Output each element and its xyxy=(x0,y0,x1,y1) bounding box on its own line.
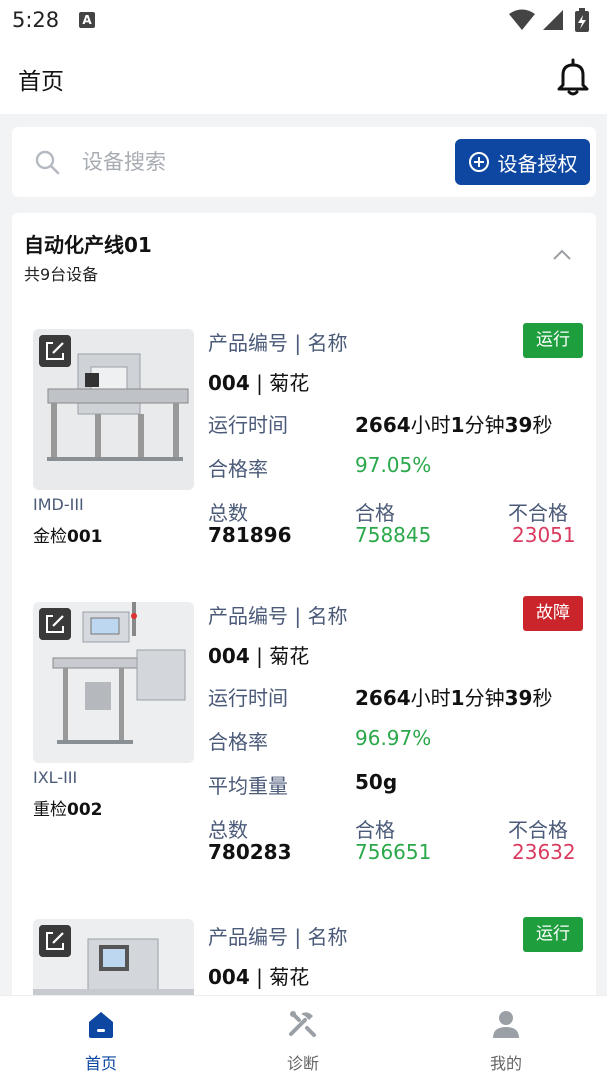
pass-rate-value: 97.05% xyxy=(355,453,432,477)
device-card[interactable]: 产品编号 | 名称 运行 004 | 菊花 xyxy=(12,917,596,1003)
nav-profile[interactable]: 我的 xyxy=(446,996,566,1080)
total-value: 781896 xyxy=(208,523,292,547)
device-card[interactable]: IXL-III 重检002 产品编号 | 名称 故障 004 | 菊花 运行时间… xyxy=(12,596,596,892)
fail-value: 23632 xyxy=(512,840,576,864)
pass-label: 合格 xyxy=(355,501,395,525)
fail-label: 不合格 xyxy=(508,501,568,525)
search-card: 设备授权 xyxy=(12,127,596,197)
chevron-up-icon[interactable] xyxy=(552,247,572,261)
avg-weight-value: 50g xyxy=(355,770,398,794)
product-label: 产品编号 | 名称 xyxy=(208,925,348,949)
bell-icon[interactable] xyxy=(556,58,590,96)
nav-diagnosis-label: 诊断 xyxy=(286,1054,319,1073)
runtime-label: 运行时间 xyxy=(208,413,288,437)
app-header: 首页 xyxy=(0,42,607,114)
edit-icon[interactable] xyxy=(39,925,71,957)
nav-home[interactable]: 首页 xyxy=(41,996,161,1080)
device-authorize-label: 设备授权 xyxy=(497,151,578,176)
device-image xyxy=(33,329,194,490)
line-title: 自动化产线01 xyxy=(24,233,152,257)
tools-icon xyxy=(289,1011,316,1037)
search-icon xyxy=(35,150,60,175)
fail-label: 不合格 xyxy=(508,818,568,842)
nav-diagnosis[interactable]: 诊断 xyxy=(243,996,363,1080)
product-label: 产品编号 | 名称 xyxy=(208,331,348,355)
device-name: 重检002 xyxy=(33,800,103,820)
status-badge: 运行 xyxy=(523,917,583,952)
pass-label: 合格 xyxy=(355,818,395,842)
pass-rate-value: 96.97% xyxy=(355,726,432,750)
status-badge: 故障 xyxy=(523,596,583,631)
signal-icon xyxy=(543,10,563,30)
bottom-navigation: 首页 诊断 我的 xyxy=(0,995,607,1080)
total-label: 总数 xyxy=(208,818,248,842)
pass-rate-label: 合格率 xyxy=(208,457,268,481)
add-circle-icon xyxy=(468,152,489,172)
runtime-value: 2664小时1分钟39秒 xyxy=(355,413,553,437)
nav-profile-label: 我的 xyxy=(489,1054,522,1073)
pass-value: 758845 xyxy=(355,523,432,547)
device-card[interactable]: IMD-III 金检001 产品编号 | 名称 运行 004 | 菊花 运行时间… xyxy=(12,323,596,579)
device-search-input[interactable] xyxy=(82,145,442,179)
device-authorize-button[interactable]: 设备授权 xyxy=(455,139,590,185)
status-time: 5:28 xyxy=(12,8,60,32)
wifi-icon xyxy=(509,9,535,30)
nav-home-label: 首页 xyxy=(84,1054,117,1073)
device-name: 金检001 xyxy=(33,527,103,547)
production-line-card: 自动化产线01 共9台设备 IMD-III 金检001 产品编号 | 名称 运行… xyxy=(12,213,596,1003)
status-badge: 运行 xyxy=(523,323,583,358)
product-label: 产品编号 | 名称 xyxy=(208,604,348,628)
device-image xyxy=(33,919,194,1003)
total-value: 780283 xyxy=(208,840,292,864)
page-title: 首页 xyxy=(18,69,64,95)
device-image xyxy=(33,602,194,763)
device-model: IMD-III xyxy=(33,495,84,514)
runtime-label: 运行时间 xyxy=(208,686,288,710)
pass-rate-label: 合格率 xyxy=(208,730,268,754)
home-icon xyxy=(89,1012,113,1038)
system-status-icons xyxy=(509,8,589,32)
status-bar: 5:28 A xyxy=(0,0,607,42)
fail-value: 23051 xyxy=(512,523,576,547)
pass-value: 756651 xyxy=(355,840,432,864)
product-value: 004 | 菊花 xyxy=(208,371,310,395)
edit-icon[interactable] xyxy=(39,608,71,640)
device-model: IXL-III xyxy=(33,768,78,787)
product-value: 004 | 菊花 xyxy=(208,965,310,989)
avg-weight-label: 平均重量 xyxy=(208,774,288,798)
line-device-count: 共9台设备 xyxy=(24,265,99,284)
edit-icon[interactable] xyxy=(39,335,71,367)
runtime-value: 2664小时1分钟39秒 xyxy=(355,686,553,710)
user-icon xyxy=(493,1011,519,1038)
product-value: 004 | 菊花 xyxy=(208,644,310,668)
total-label: 总数 xyxy=(208,501,248,525)
notification-a-icon: A xyxy=(79,12,95,28)
